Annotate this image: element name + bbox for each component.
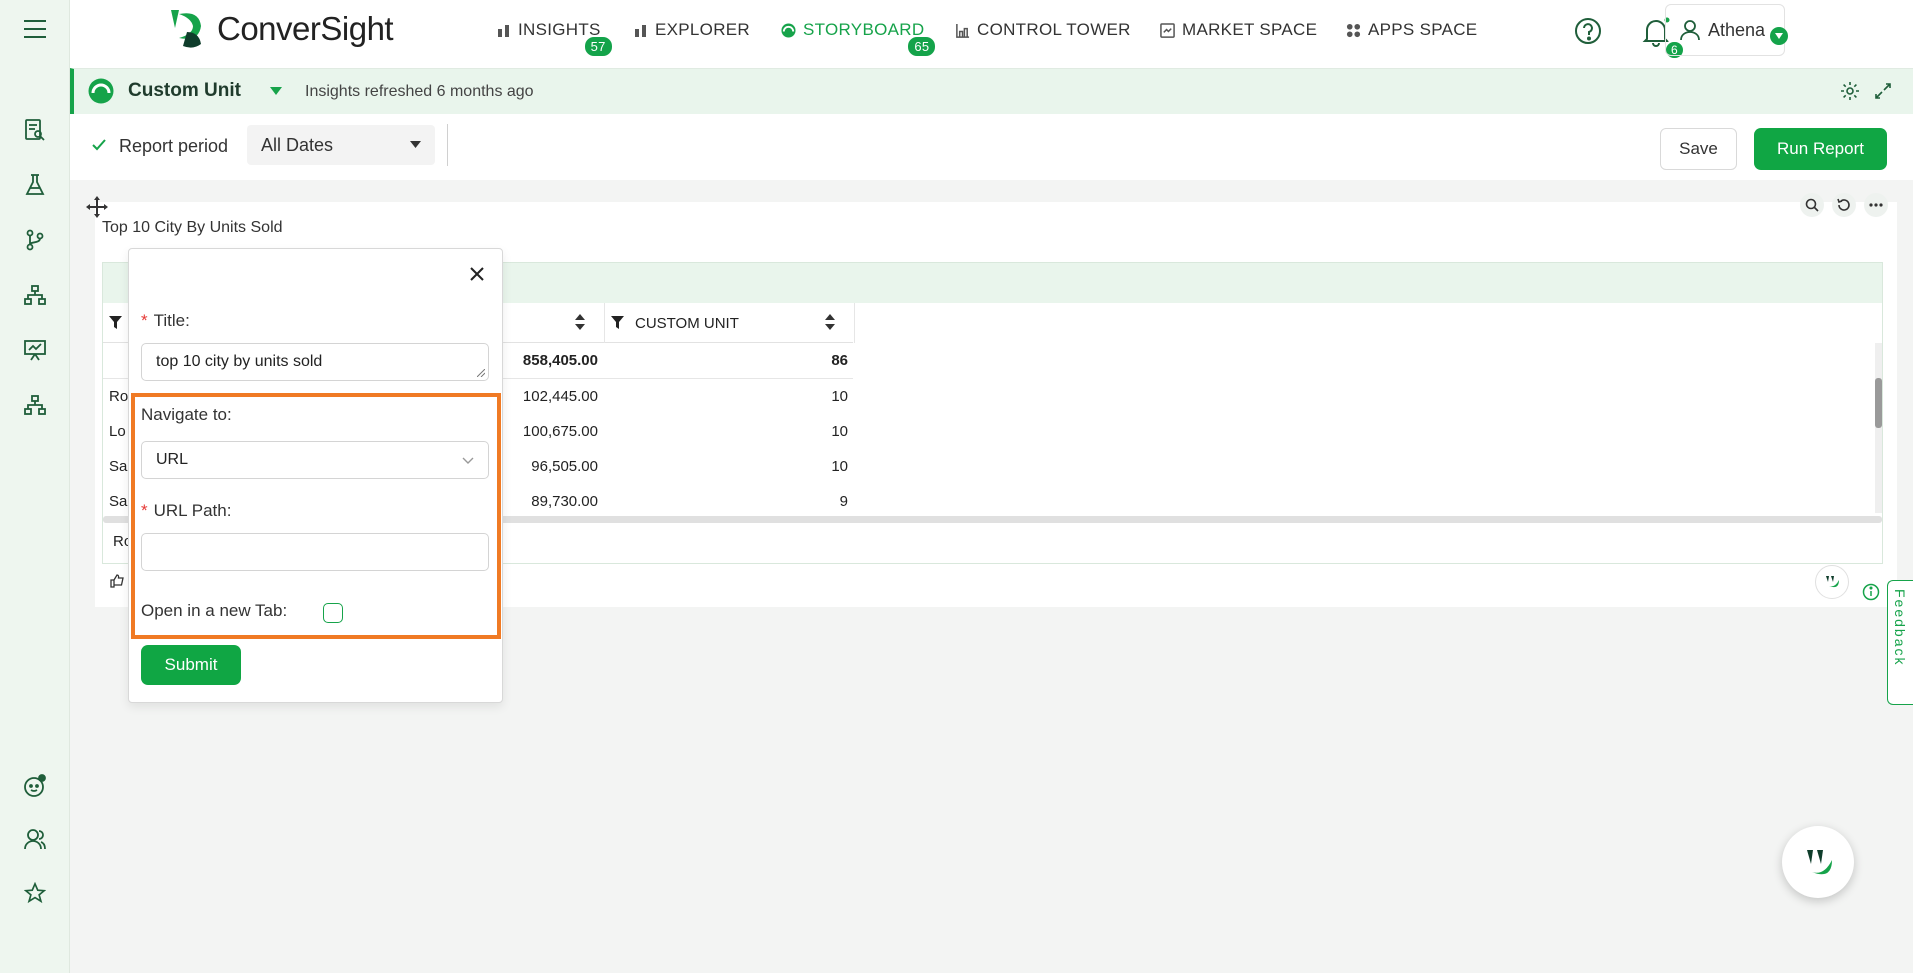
user-name: Athena [1708,19,1766,40]
bar-chart-icon [635,25,646,37]
storyboard-icon [88,78,114,104]
navigate-to-select[interactable]: URL [141,441,489,479]
move-handle-icon[interactable] [86,196,108,218]
sort-icon[interactable] [575,313,585,331]
open-new-tab-label: Open in a new Tab: [141,601,288,620]
filter-icon[interactable] [109,316,122,329]
storyboard-title: Custom Unit [128,80,241,101]
refresh-icon[interactable] [1832,193,1856,217]
resize-handle-icon[interactable] [477,369,485,377]
storyboard-count-badge: 65 [906,35,938,58]
report-period-checkbox[interactable] [90,136,108,154]
more-options-icon[interactable] [1864,193,1888,217]
assistant-mini-icon[interactable] [1815,565,1849,599]
storyboard-icon [781,22,796,38]
url-path-input[interactable] [141,533,489,571]
feedback-tab[interactable]: Feedback [1887,580,1913,705]
vertical-scrollbar[interactable] [1875,343,1882,513]
widget-title: Top 10 City By Units Sold [102,219,283,236]
control-tower-icon [956,23,970,38]
conversight-logo-icon [171,10,201,48]
brand-logo[interactable]: ConverSight [165,8,394,50]
title-field-label: * Title: [141,311,190,330]
assistant-icon[interactable] [22,773,48,799]
apps-grid-icon [1346,23,1361,37]
collapse-icon[interactable] [1875,83,1891,99]
info-icon[interactable] [1862,583,1880,601]
sitemap-icon[interactable] [22,282,48,308]
help-icon[interactable] [1574,17,1602,45]
user-menu[interactable]: Athena [1665,4,1788,56]
filter-icon[interactable] [611,316,624,329]
date-filter-select[interactable]: All Dates [247,125,435,165]
star-icon[interactable] [22,880,48,906]
hamburger-menu-icon[interactable] [22,16,48,42]
top-navigation-bar: ConverSight INSIGHTS 57 EXPLORER STORYBO… [70,0,1913,68]
market-space-icon [1160,22,1175,38]
storyboard-header-bar: Custom Unit Insights refreshed 6 months … [70,68,1913,114]
nav-market-space[interactable]: MARKET SPACE [1160,20,1317,40]
user-icon [1680,20,1700,41]
refresh-status-text: Insights refreshed 6 months ago [305,83,534,100]
bar-chart-icon [498,25,509,37]
chevron-down-icon [462,457,474,464]
insights-count-badge: 57 [582,35,614,58]
brand-name: ConverSight [217,10,394,47]
link-settings-popup: * Title: top 10 city by units sold Naviga… [128,248,503,703]
toolbar-divider [447,124,448,166]
close-icon[interactable] [469,266,485,282]
run-report-button[interactable]: Run Report [1754,128,1887,170]
date-filter-value: All Dates [261,134,334,155]
chevron-down-icon [410,141,421,148]
save-button[interactable]: Save [1660,128,1737,170]
nav-apps-space[interactable]: APPS SPACE [1346,20,1477,40]
presentation-icon[interactable] [22,337,48,363]
nav-control-tower[interactable]: CONTROL TOWER [955,20,1131,40]
assistant-logo-icon [1807,850,1832,875]
report-toolbar: Report period All Dates Save Run Report [70,114,1913,180]
settings-gear-icon[interactable] [1840,81,1860,101]
flask-icon[interactable] [22,172,48,198]
column-header-custom-unit[interactable]: CUSTOM UNIT [635,315,739,332]
sort-icon[interactable] [825,313,835,331]
sitemap-icon-2[interactable] [22,392,48,418]
thumbs-up-icon[interactable] [110,574,124,588]
title-input[interactable]: top 10 city by units sold [141,343,489,381]
url-path-label: * URL Path: [141,501,232,520]
chat-assistant-button[interactable] [1782,826,1854,898]
report-period-label: Report period [119,136,229,156]
navigate-to-label: Navigate to: [141,405,232,424]
report-search-icon[interactable] [22,117,48,143]
user-dropdown-caret-icon[interactable] [1770,27,1788,45]
nav-explorer[interactable]: EXPLORER [634,20,750,40]
open-new-tab-checkbox[interactable] [323,603,343,623]
branch-icon[interactable] [22,227,48,253]
nav-insights[interactable]: INSIGHTS 57 [497,20,614,58]
submit-button[interactable]: Submit [141,645,241,685]
users-icon[interactable] [22,826,48,852]
search-icon[interactable] [1800,193,1824,217]
nav-storyboard[interactable]: STORYBOARD 65 [781,20,938,58]
storyboard-dropdown-caret-icon[interactable] [270,87,282,95]
left-sidebar [0,0,70,973]
